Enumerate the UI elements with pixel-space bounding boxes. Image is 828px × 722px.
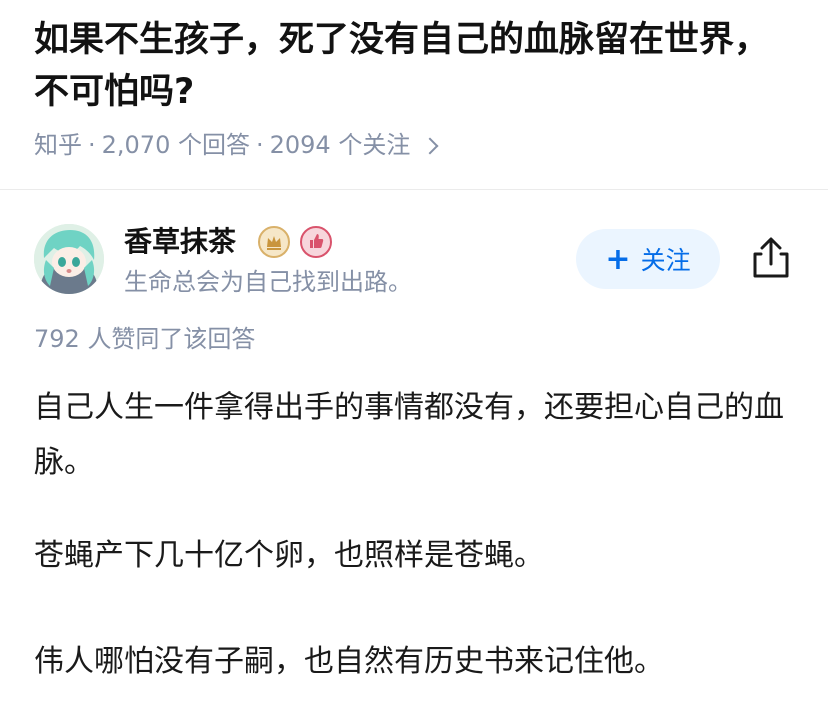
answer-paragraph: 苍蝇产下几十亿个卵，也照样是苍蝇。 (34, 538, 544, 573)
approval-count: 792 人赞同了该回答 (34, 325, 256, 353)
question-title[interactable]: 如果不生孩子，死了没有自己的血脉留在世界，不可怕吗? (34, 14, 794, 118)
follow-label: 关注 (640, 246, 691, 275)
avatar[interactable] (34, 224, 104, 294)
chevron-right-icon (421, 137, 439, 155)
source-label: 知乎 (34, 131, 82, 159)
plus-icon: + (605, 241, 631, 277)
divider (0, 189, 828, 190)
author-name[interactable]: 香草抹茶 (124, 224, 236, 260)
meta-separator: · (255, 131, 264, 159)
meta-separator: · (88, 131, 96, 159)
question-meta[interactable]: 知乎 · 2,070 个回答 · 2094 个关注 (34, 128, 439, 162)
follow-count: 2094 个关注 (269, 131, 411, 159)
author-bio: 生命总会为自己找到出路。 (124, 268, 412, 296)
answer-count: 2,070 个回答 (101, 131, 250, 159)
follow-button[interactable]: + 关注 (576, 229, 720, 289)
answer-paragraph: 伟人哪怕没有子嗣，也自然有历史书来记住他。 (34, 644, 664, 679)
share-icon[interactable] (749, 236, 793, 280)
thumb-badge-icon[interactable] (300, 226, 332, 258)
answer-paragraph: 自己人生一件拿得出手的事情都没有，还要担心自己的血脉。 (34, 390, 784, 480)
crown-badge-icon[interactable] (258, 226, 290, 258)
